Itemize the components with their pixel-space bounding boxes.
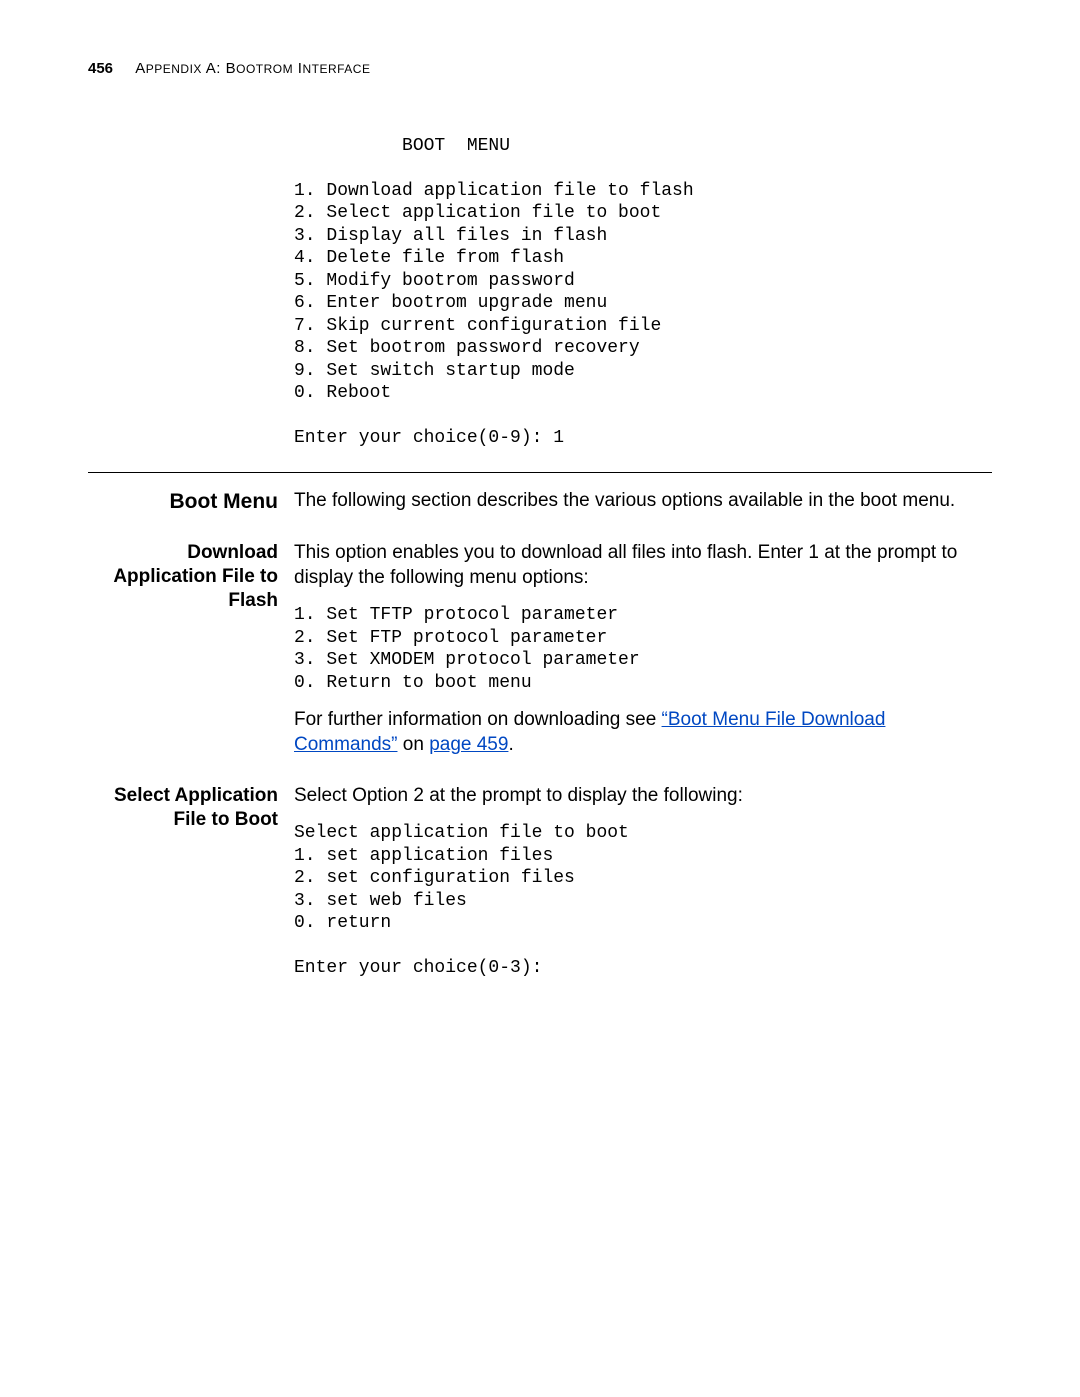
boot-menu-code-block: BOOT MENU 1. Download application file t… — [88, 135, 992, 450]
download-menu-listing: 1. Set TFTP protocol parameter 2. Set FT… — [294, 604, 992, 694]
select-app-menu-listing: Select application file to boot 1. set a… — [294, 822, 992, 980]
appendix-label: APPENDIX A: BOOTROM INTERFACE — [135, 60, 370, 77]
download-tail: For further information on downloading s… — [294, 708, 992, 757]
download-intro: This option enables you to download all … — [294, 541, 992, 590]
select-app-intro: Select Option 2 at the prompt to display… — [294, 784, 992, 809]
heading-boot-menu: Boot Menu — [88, 489, 294, 515]
boot-menu-listing: BOOT MENU 1. Download application file t… — [294, 135, 992, 450]
heading-select-app: Select Application File to Boot — [88, 784, 294, 832]
heading-download-app: Download Application File to Flash — [88, 541, 294, 612]
link-page-459[interactable]: page 459 — [429, 734, 508, 755]
section-boot-menu: Boot Menu The following section describe… — [88, 489, 992, 515]
page-number: 456 — [88, 60, 113, 77]
page: 456 APPENDIX A: BOOTROM INTERFACE BOOT M… — [0, 0, 1080, 1397]
section-download-app: Download Application File to Flash This … — [88, 541, 992, 758]
section-select-app: Select Application File to Boot Select O… — [88, 784, 992, 980]
boot-menu-intro: The following section describes the vari… — [294, 489, 992, 514]
section-rule — [88, 472, 992, 473]
running-header: 456 APPENDIX A: BOOTROM INTERFACE — [88, 60, 992, 79]
